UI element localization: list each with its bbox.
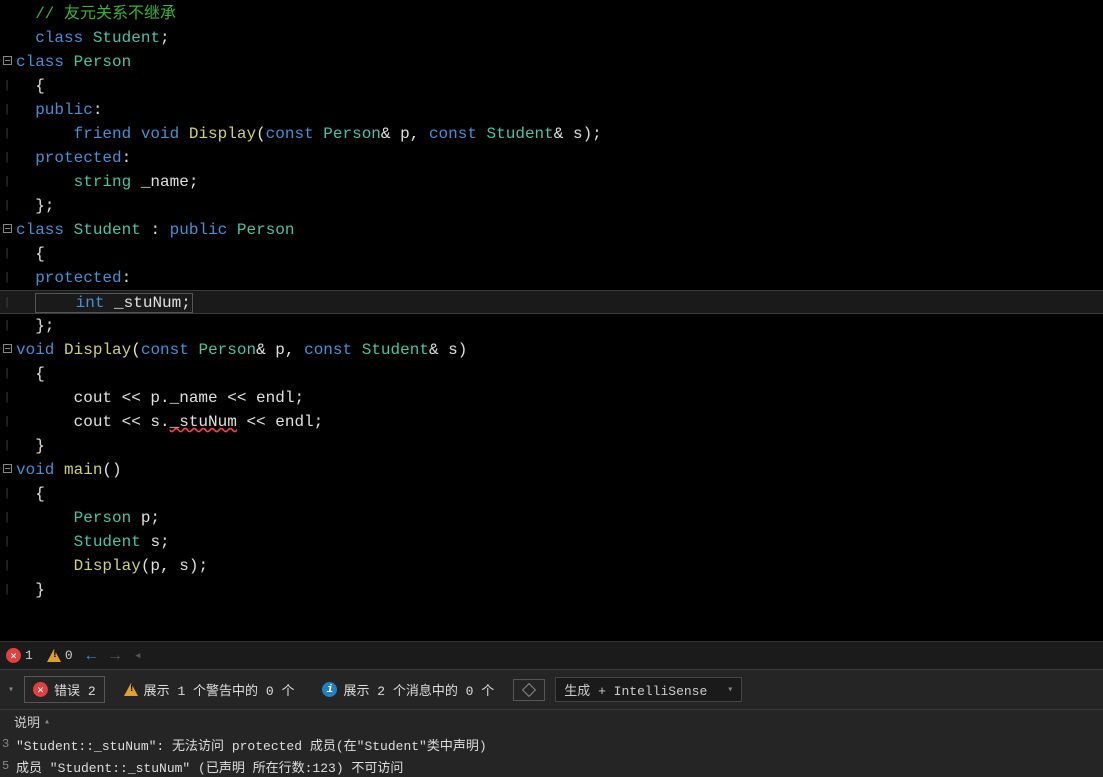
info-icon: i [322,682,337,697]
nav-back-icon[interactable]: ← [87,647,97,665]
separator: ◂ [134,648,142,663]
error-count[interactable]: ✕ 1 [6,648,33,663]
warning-icon [47,649,61,662]
current-line[interactable]: | int _stuNum; [0,290,1103,314]
error-token[interactable]: _stuNum [170,413,237,431]
code-comment: // 友元关系不继承 [35,5,176,23]
warning-icon [124,683,138,696]
fold-icon[interactable] [3,344,12,353]
warning-count[interactable]: 0 [47,648,73,663]
build-icon [522,683,536,697]
error-row[interactable]: 5 成员 "Student::_stuNum" (已声明 所在行数:123) 不… [0,755,1103,777]
filter-errors-button[interactable]: ✕ 错误 2 [24,676,105,703]
status-bar: ✕ 1 0 ← → ◂ [0,641,1103,669]
filter-warnings-button[interactable]: 展示 1 个警告中的 0 个 [115,676,304,703]
filter-messages-button[interactable]: i 展示 2 个消息中的 0 个 [313,676,503,703]
error-row[interactable]: 3 "Student::_stuNum": 无法访问 protected 成员(… [0,733,1103,755]
code-editor[interactable]: // 友元关系不继承 class Student; class Person |… [0,0,1103,641]
error-list: 3 "Student::_stuNum": 无法访问 protected 成员(… [0,733,1103,777]
error-icon: ✕ [6,648,21,663]
fold-icon[interactable] [3,464,12,473]
error-icon: ✕ [33,682,48,697]
errorlist-column-header[interactable]: 说明 ▴ [0,709,1103,733]
nav-forward-icon[interactable]: → [110,647,120,665]
build-source-combo[interactable]: 生成 + IntelliSense ▾ [555,677,742,702]
dropdown-icon: ▾ [727,684,733,696]
dropdown-icon[interactable]: ▾ [8,684,14,696]
build-filter-button[interactable] [513,679,545,701]
sort-asc-icon: ▴ [44,716,50,728]
fold-icon[interactable] [3,224,12,233]
errorlist-toolbar: ▾ ✕ 错误 2 展示 1 个警告中的 0 个 i 展示 2 个消息中的 0 个… [0,669,1103,709]
fold-icon[interactable] [3,56,12,65]
